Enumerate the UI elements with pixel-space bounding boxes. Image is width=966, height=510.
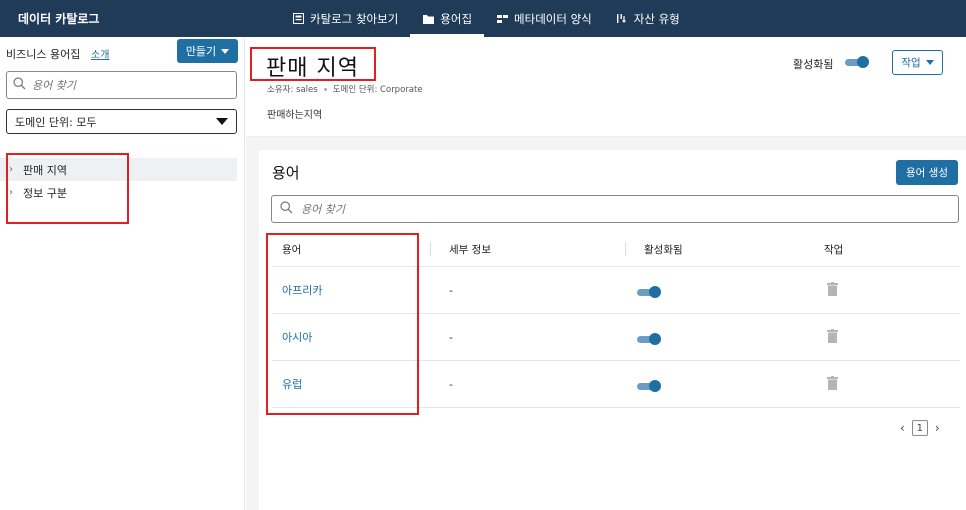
search-icon	[280, 201, 293, 217]
column-header-label: 작업	[824, 243, 844, 256]
chevron-left-icon[interactable]: ‹	[900, 421, 905, 435]
asset-type-icon	[616, 13, 628, 25]
nav-item-label: 용어집	[440, 11, 473, 26]
folder-icon	[422, 13, 434, 25]
domain-unit-select[interactable]: 도메인 단위: 모두	[6, 109, 237, 134]
highlight-box-sidebar-tree	[6, 153, 129, 224]
nav-item-asset-types[interactable]: 자산 유형	[604, 0, 692, 37]
term-enabled-toggle[interactable]	[637, 379, 661, 392]
sidebar-search-field[interactable]	[6, 71, 237, 99]
enabled-toggle[interactable]	[845, 56, 869, 68]
nav-item-label: 카탈로그 찾아보기	[310, 11, 399, 26]
trash-icon[interactable]	[827, 328, 838, 346]
nav-item-label: 메타데이터 양식	[514, 11, 592, 26]
toggle-knob	[649, 285, 661, 298]
highlight-box-term-column	[266, 233, 419, 415]
trash-icon[interactable]	[827, 281, 838, 299]
nav-item-glossary[interactable]: 용어집	[410, 0, 485, 37]
actions-button-label: 작업	[901, 57, 921, 69]
page-number[interactable]: 1	[911, 420, 928, 436]
create-button-label: 만들기	[185, 45, 217, 58]
pagination: ‹ 1 ›	[900, 420, 940, 436]
sidebar-title: 비즈니스 용어집	[6, 48, 81, 61]
glossary-sidebar: 비즈니스 용어집 소개 만들기 도메인 단위: 모두 › 판매 지역 › 정보 …	[0, 37, 245, 510]
term-enabled-toggle[interactable]	[637, 332, 661, 345]
terms-search-input[interactable]	[301, 202, 481, 216]
column-header-label: 세부 정보	[449, 243, 491, 256]
toggle-knob	[649, 379, 661, 392]
toggle-knob	[649, 332, 661, 345]
intro-link[interactable]: 소개	[91, 46, 109, 61]
glossary-meta: 소유자: sales 도메인 단위: Corporate	[267, 83, 423, 95]
search-icon	[13, 77, 26, 93]
term-enabled-toggle[interactable]	[637, 285, 661, 298]
top-navigation-bar: 데이터 카탈로그 카탈로그 찾아보기 용어집 메타데이터 양식 자산 유형	[0, 0, 966, 37]
column-divider	[805, 242, 806, 256]
glossary-description: 판매하는지역	[267, 110, 323, 121]
terms-title: 용어	[272, 164, 300, 182]
sidebar-search-input[interactable]	[32, 78, 212, 92]
chevron-right-icon[interactable]: ›	[935, 421, 940, 435]
column-header-actions: 작업	[805, 232, 960, 267]
form-icon	[496, 13, 508, 25]
column-divider	[430, 242, 431, 256]
column-header-label: 활성화됨	[644, 243, 683, 256]
terms-search-field[interactable]	[271, 195, 959, 223]
column-header-enabled[interactable]: 활성화됨	[625, 232, 805, 267]
enabled-label: 활성화됨	[793, 58, 834, 71]
actions-button[interactable]: 작업	[892, 50, 943, 75]
chevron-down-icon	[216, 118, 228, 125]
column-header-details[interactable]: 세부 정보	[430, 232, 625, 267]
term-details: -	[449, 330, 453, 344]
term-details: -	[449, 283, 453, 297]
main-nav: 카탈로그 찾아보기 용어집 메타데이터 양식 자산 유형	[280, 0, 692, 37]
trash-icon[interactable]	[827, 375, 838, 393]
chevron-down-icon	[925, 60, 934, 65]
nav-item-label: 자산 유형	[633, 11, 680, 26]
highlight-box-title	[250, 47, 376, 81]
domain-unit-text: 도메인 단위: Corporate	[332, 85, 423, 95]
domain-unit-value: 도메인 단위: 모두	[15, 115, 97, 129]
create-button[interactable]: 만들기	[177, 39, 238, 63]
term-details: -	[449, 377, 453, 391]
toggle-knob	[857, 56, 869, 68]
nav-item-catalog[interactable]: 카탈로그 찾아보기	[280, 0, 410, 37]
separator-dot	[323, 87, 327, 91]
app-brand[interactable]: 데이터 카탈로그	[18, 10, 99, 27]
chevron-down-icon	[221, 48, 230, 54]
column-divider	[625, 242, 626, 256]
create-term-button[interactable]: 용어 생성	[896, 160, 958, 185]
catalog-icon	[292, 13, 304, 25]
owner-text: 소유자: sales	[267, 85, 318, 95]
nav-item-metadata-forms[interactable]: 메타데이터 양식	[484, 0, 604, 37]
